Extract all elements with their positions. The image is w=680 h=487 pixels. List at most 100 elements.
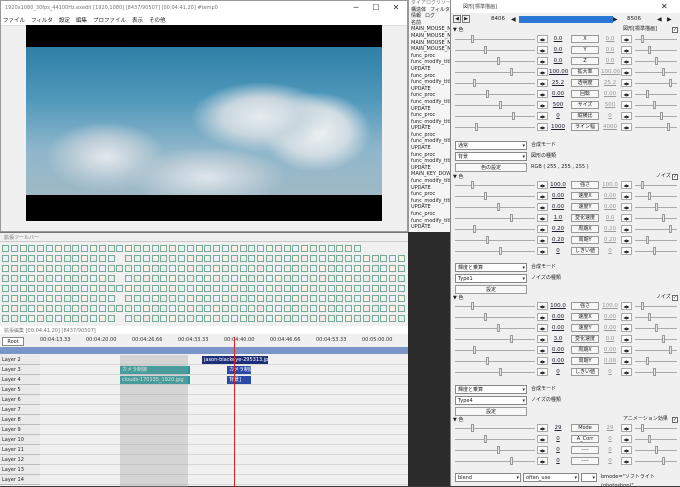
slider-thumb[interactable] (484, 46, 487, 54)
slider-thumb[interactable] (669, 225, 672, 233)
param-end-value[interactable]: 0.20 (601, 225, 619, 233)
param-start-value[interactable]: 3.0 (549, 335, 567, 343)
tool-icon[interactable] (266, 275, 273, 282)
param-start-value[interactable]: 25.2 (549, 79, 567, 87)
event-list-item[interactable]: func_modify_title (409, 198, 450, 205)
tool-icon[interactable] (134, 285, 141, 292)
param-mode-button[interactable]: しきい値 (571, 247, 599, 255)
tool-icon[interactable] (142, 295, 150, 302)
tool-icon[interactable] (248, 305, 256, 312)
tool-icon[interactable] (54, 255, 62, 262)
anim-checkbox[interactable]: ✓ (672, 417, 678, 423)
stepper-icon[interactable]: ◀▶ (537, 79, 548, 87)
param-slider[interactable] (455, 450, 535, 451)
event-list-item[interactable]: func_modify_title (409, 138, 450, 145)
tool-icon[interactable] (398, 295, 405, 302)
param-slider[interactable] (455, 72, 535, 73)
param-end-slider[interactable] (635, 94, 677, 95)
param-end-slider[interactable] (635, 372, 677, 373)
tool-icon[interactable] (2, 285, 9, 292)
slider-thumb[interactable] (646, 90, 649, 98)
tool-icon[interactable] (336, 285, 344, 292)
tool-icon[interactable] (354, 255, 361, 262)
tool-icon[interactable] (19, 305, 27, 312)
tool-icon[interactable] (389, 275, 397, 282)
tool-icon[interactable] (292, 275, 300, 282)
tool-icon[interactable] (2, 305, 9, 312)
tool-icon[interactable] (2, 275, 9, 282)
stepper-icon[interactable]: ◀▶ (537, 192, 548, 200)
tool-icon[interactable] (151, 285, 159, 292)
tool-icon[interactable] (318, 315, 326, 322)
tool-icon[interactable] (134, 315, 141, 322)
tool-icon[interactable] (222, 265, 229, 272)
chevron-left-icon[interactable]: ◀ (453, 15, 461, 23)
tool-icon[interactable] (72, 245, 80, 252)
param-mode-button[interactable]: 周期X (571, 346, 599, 354)
noise2-type-select[interactable]: Type4 (455, 396, 527, 405)
tool-icon[interactable] (28, 275, 36, 282)
tool-icon[interactable] (98, 245, 106, 252)
tool-icon[interactable] (81, 305, 89, 312)
scroll-band[interactable] (0, 347, 408, 354)
tool-icon[interactable] (125, 305, 133, 312)
param-mode-button[interactable]: ---- (571, 457, 599, 465)
param-end-slider[interactable] (635, 196, 677, 197)
tool-icon[interactable] (169, 245, 177, 252)
tool-icon[interactable] (213, 285, 221, 292)
tool-icon[interactable] (63, 285, 71, 292)
stepper-icon[interactable]: ◀▶ (621, 214, 632, 222)
tool-icon[interactable] (204, 265, 212, 272)
tool-icon[interactable] (151, 305, 159, 312)
menu-item[interactable]: フィルタ (31, 16, 53, 24)
frame-next2-icon[interactable]: ▶ (667, 16, 675, 23)
tool-icon[interactable] (310, 295, 317, 302)
param-slider[interactable] (455, 350, 535, 351)
param-start-value[interactable]: 0.00 (549, 346, 567, 354)
stepper-icon[interactable]: ◀▶ (621, 446, 632, 454)
param-mode-button[interactable]: 回転 (571, 90, 599, 98)
tool-icon[interactable] (354, 265, 361, 272)
side-subtab[interactable]: 情報 (409, 13, 421, 20)
tool-icon[interactable] (169, 315, 177, 322)
param-start-value[interactable]: 0.0 (549, 57, 567, 65)
menu-item[interactable]: 表示 (132, 16, 143, 24)
tool-icon[interactable] (301, 305, 309, 312)
stepper-icon[interactable]: ◀▶ (537, 35, 548, 43)
event-list-item[interactable]: MAIN_MOUSE_MOVE (409, 33, 450, 40)
noise2-blend-select[interactable]: 輝度と乗算 (455, 385, 527, 394)
tool-icon[interactable] (72, 275, 80, 282)
tool-icon[interactable] (10, 275, 18, 282)
tool-icon[interactable] (37, 315, 45, 322)
tool-icon[interactable] (213, 265, 221, 272)
param-end-value[interactable]: 0 (601, 247, 619, 255)
tool-icon[interactable] (46, 305, 53, 312)
tool-icon[interactable] (28, 305, 36, 312)
tool-icon[interactable] (81, 285, 89, 292)
param-end-value[interactable]: 4000 (601, 123, 619, 131)
tool-icon[interactable] (151, 245, 159, 252)
param-start-value[interactable]: 0.0 (549, 35, 567, 43)
tool-icon[interactable] (37, 245, 45, 252)
slider-thumb[interactable] (471, 302, 474, 310)
collapse-icon[interactable]: ▼ (453, 295, 457, 301)
tool-icon[interactable] (54, 265, 62, 272)
param-start-value[interactable]: 1000 (549, 123, 567, 131)
param-mode-button[interactable]: 周期Y (571, 236, 599, 244)
param-slider[interactable] (455, 50, 535, 51)
tool-icon[interactable] (301, 315, 309, 322)
slider-thumb[interactable] (662, 68, 665, 76)
param-slider[interactable] (455, 251, 535, 252)
tool-icon[interactable] (63, 305, 71, 312)
tool-icon[interactable] (160, 295, 168, 302)
tool-icon[interactable] (107, 265, 115, 272)
tool-icon[interactable] (257, 265, 265, 272)
noise2-settings-button[interactable]: 設定 (455, 407, 527, 416)
slider-thumb[interactable] (648, 46, 651, 54)
noise1-settings-button[interactable]: 設定 (455, 285, 527, 294)
tool-icon[interactable] (230, 275, 238, 282)
tool-icon[interactable] (310, 285, 317, 292)
param-end-value[interactable]: 0.00 (601, 203, 619, 211)
slider-thumb[interactable] (662, 335, 665, 343)
slider-thumb[interactable] (486, 357, 489, 365)
